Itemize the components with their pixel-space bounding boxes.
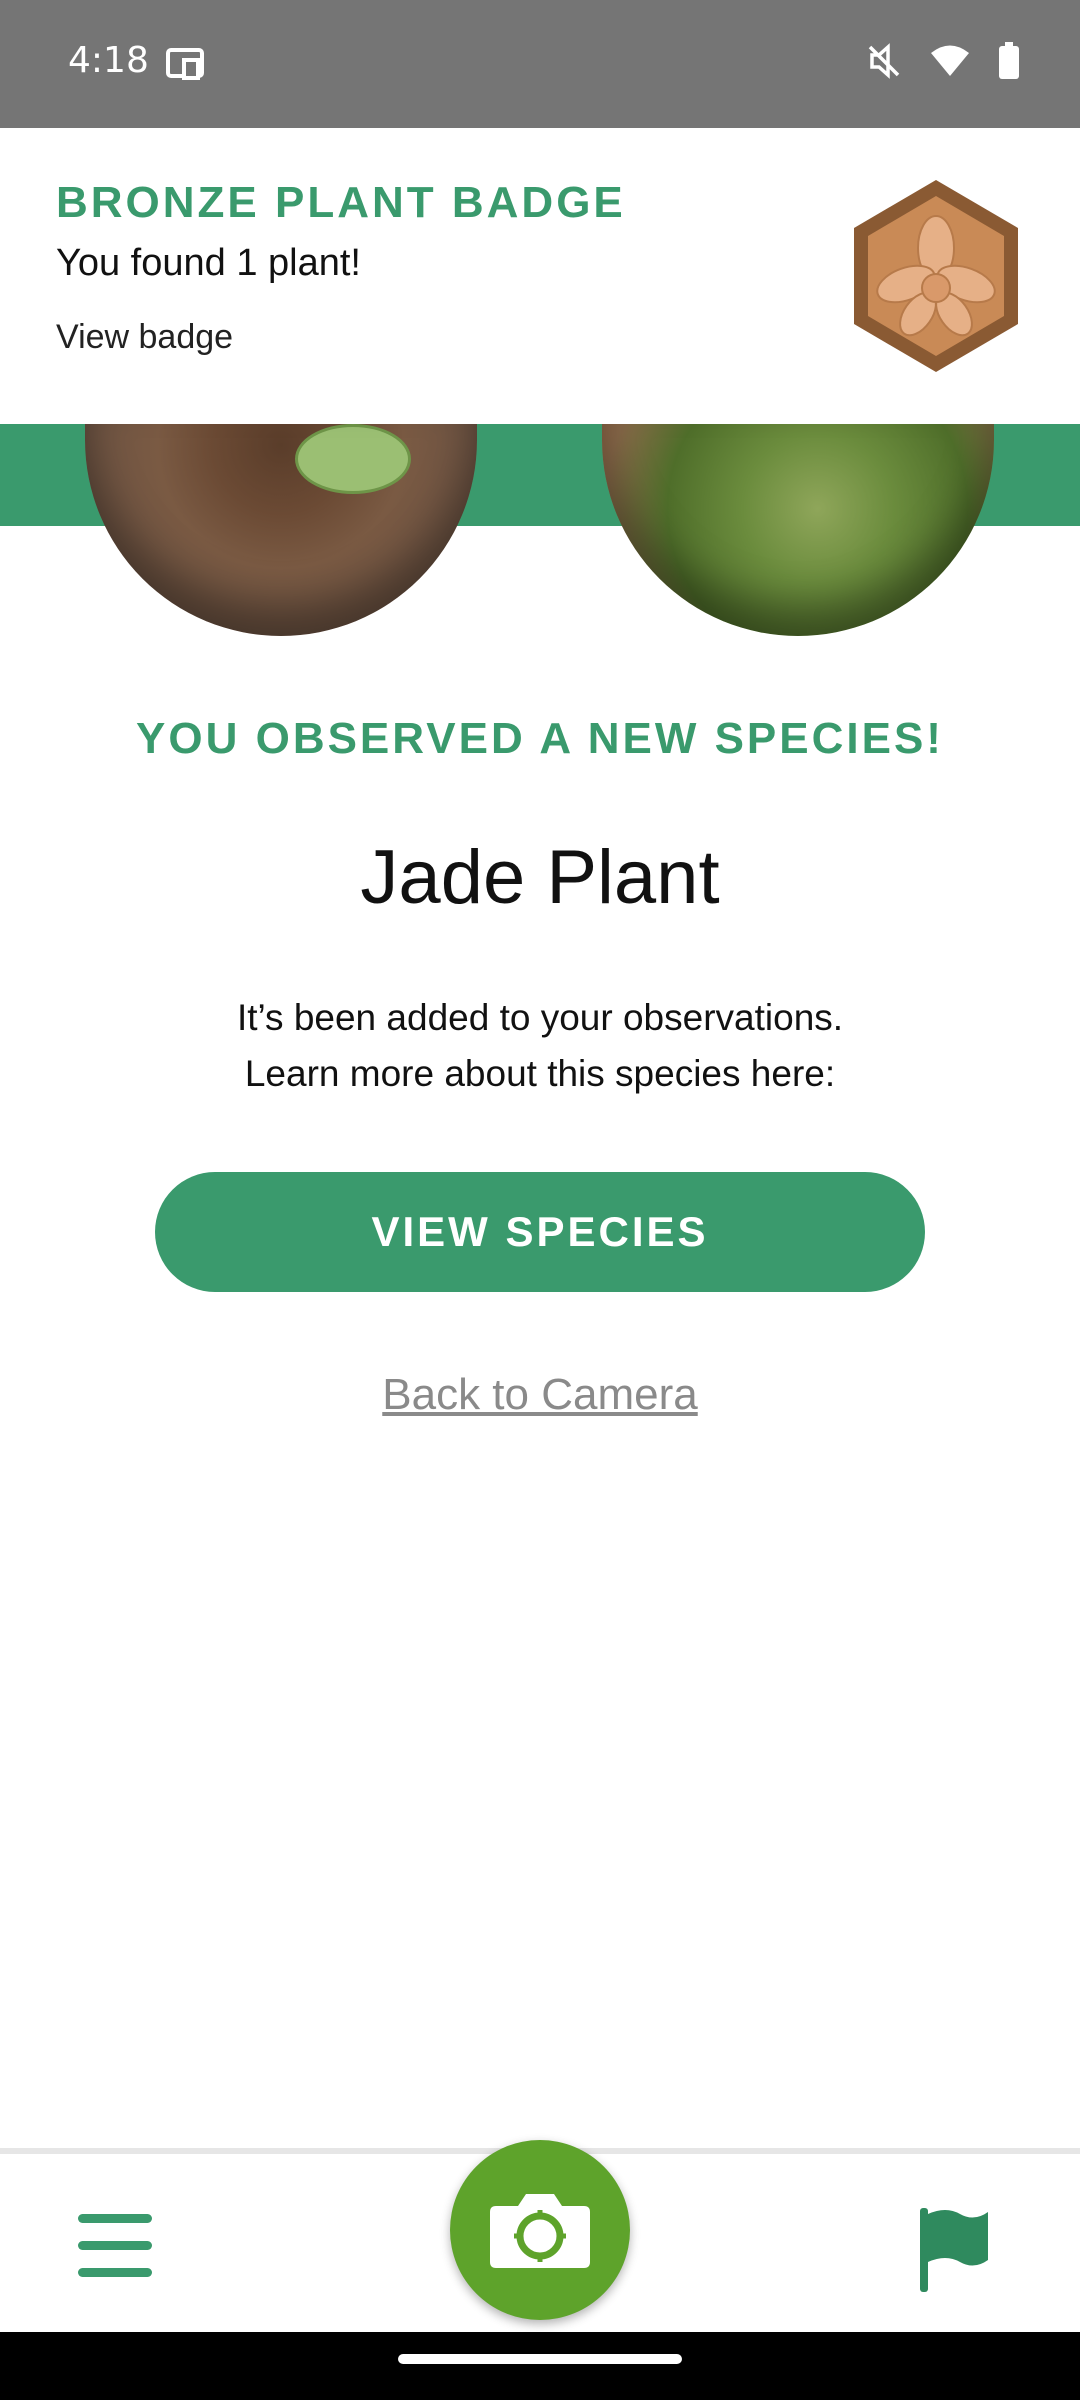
view-badge-link[interactable]: View badge	[56, 318, 233, 357]
cast-icon	[166, 48, 204, 80]
mute-icon	[868, 43, 900, 79]
status-bar: 4:18	[0, 0, 1080, 128]
hamburger-menu-icon[interactable]	[78, 2214, 152, 2278]
view-species-button[interactable]: VIEW SPECIES	[155, 1172, 925, 1292]
bronze-orchid-badge-icon[interactable]	[846, 176, 1026, 376]
description: It’s been added to your observations. Le…	[0, 990, 1080, 1102]
species-name: Jade Plant	[360, 835, 720, 920]
description-line-2: Learn more about this species here:	[244, 1053, 836, 1094]
gesture-bar	[0, 2332, 1080, 2400]
badge-subtitle: You found 1 plant!	[56, 242, 361, 284]
badge-title: BRONZE PLANT BADGE	[56, 178, 626, 227]
battery-icon	[999, 42, 1019, 79]
camera-button[interactable]	[450, 2140, 630, 2320]
status-time: 4:18	[68, 40, 149, 81]
home-gesture-pill[interactable]	[398, 2354, 682, 2364]
photo-shade	[602, 424, 994, 636]
new-species-headline: YOU OBSERVED A NEW SPECIES!	[136, 714, 944, 763]
description-line-1: It’s been added to your observations.	[236, 997, 844, 1038]
badge-card[interactable]: BRONZE PLANT BADGE You found 1 plant! Vi…	[0, 128, 1080, 424]
species-reference-photo	[602, 424, 994, 636]
pot-shade	[85, 424, 477, 636]
camera-icon	[490, 2194, 590, 2268]
wifi-icon	[931, 45, 969, 76]
user-observation-photo	[85, 424, 477, 636]
back-to-camera-link[interactable]: Back to Camera	[0, 1370, 1080, 1420]
flag-icon[interactable]	[916, 2206, 990, 2292]
bottom-nav	[0, 2140, 1080, 2338]
